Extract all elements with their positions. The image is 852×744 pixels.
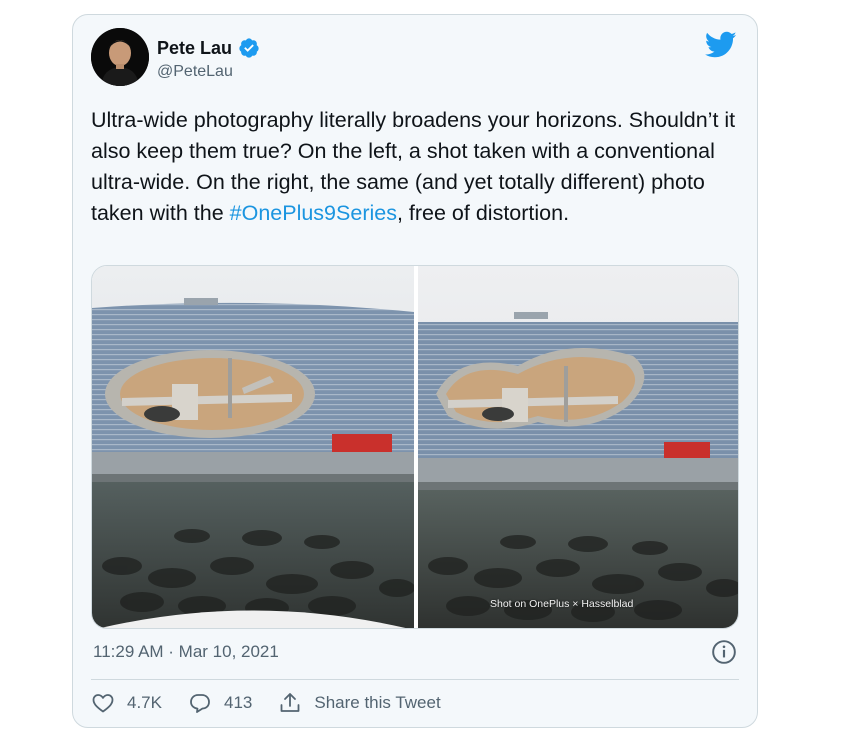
- share-icon: [280, 693, 300, 712]
- action-bar: 4.7K 413 Share this Tweet: [91, 691, 467, 715]
- author-handle[interactable]: @PeteLau: [157, 63, 233, 81]
- heart-icon: [92, 694, 114, 713]
- info-icon[interactable]: [711, 639, 737, 665]
- media-grid: Shot on OnePlus × Hasselblad: [91, 265, 739, 629]
- photo-left[interactable]: [92, 266, 414, 629]
- tweet-timestamp[interactable]: 11:29 AM · Mar 10, 2021: [93, 642, 279, 662]
- tweet-card[interactable]: Pete Lau @PeteLau Ultra-wide photography…: [72, 14, 758, 728]
- verified-badge-icon: [239, 38, 259, 58]
- like-button[interactable]: 4.7K: [91, 691, 162, 715]
- divider: [91, 679, 739, 680]
- photo-right[interactable]: [418, 266, 739, 629]
- tweet-text-part: , free of distortion.: [396, 201, 570, 225]
- reply-bubble-icon: [190, 694, 210, 713]
- share-button[interactable]: Share this Tweet: [278, 691, 441, 715]
- like-count: 4.7K: [127, 693, 162, 712]
- tweet-text: Ultra-wide photography literally broaden…: [91, 105, 741, 229]
- share-label: Share this Tweet: [314, 693, 441, 712]
- reply-button[interactable]: 413: [188, 691, 252, 715]
- twitter-bird-icon[interactable]: [705, 31, 737, 59]
- photo-watermark: Shot on OnePlus × Hasselblad: [490, 598, 634, 610]
- avatar[interactable]: [91, 28, 149, 86]
- reply-count: 413: [223, 693, 253, 712]
- hashtag-link[interactable]: #OnePlus9Series: [230, 201, 397, 225]
- author-name[interactable]: Pete Lau: [157, 38, 232, 59]
